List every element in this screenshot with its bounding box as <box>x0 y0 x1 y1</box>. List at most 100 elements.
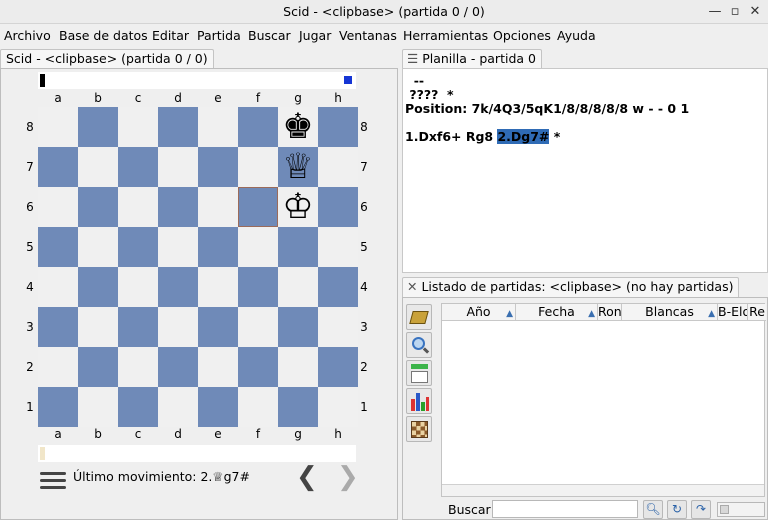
column-year[interactable]: Año ▲ <box>442 304 516 321</box>
square-b1[interactable] <box>78 387 118 427</box>
square-d2[interactable] <box>158 347 198 387</box>
square-d3[interactable] <box>158 307 198 347</box>
square-d1[interactable] <box>158 387 198 427</box>
column-white-elo[interactable]: B-Elo <box>718 304 748 321</box>
square-b7[interactable] <box>78 147 118 187</box>
square-f4[interactable] <box>238 267 278 307</box>
square-c7[interactable] <box>118 147 158 187</box>
square-e2[interactable] <box>198 347 238 387</box>
white-queen-icon[interactable]: ♕ <box>278 147 318 187</box>
games-table[interactable]: Año ▲ Fecha ▲ Ron Blancas ▲ B-Elo Re <box>441 303 766 497</box>
next-move-button[interactable]: ❯ <box>337 462 359 492</box>
square-g4[interactable] <box>278 267 318 307</box>
notation-panel[interactable]: -- ???? * Position: 7k/4Q3/5qK1/8/8/8/8/… <box>402 68 768 273</box>
square-a4[interactable] <box>38 267 78 307</box>
menu-jugar[interactable]: Jugar <box>299 28 331 43</box>
square-c2[interactable] <box>118 347 158 387</box>
menu-partida[interactable]: Partida <box>197 28 241 43</box>
square-a6[interactable] <box>38 187 78 227</box>
menu-buscar[interactable]: Buscar <box>248 28 291 43</box>
statistics-button[interactable] <box>406 388 432 414</box>
menu-ventanas[interactable]: Ventanas <box>339 28 397 43</box>
menu-editar[interactable]: Editar <box>152 28 189 43</box>
square-d7[interactable] <box>158 147 198 187</box>
square-f3[interactable] <box>238 307 278 347</box>
square-e1[interactable] <box>198 387 238 427</box>
square-e4[interactable] <box>198 267 238 307</box>
square-a2[interactable] <box>38 347 78 387</box>
square-h2[interactable] <box>318 347 358 387</box>
square-b6[interactable] <box>78 187 118 227</box>
square-e7[interactable] <box>198 147 238 187</box>
current-move[interactable]: 2.Dg7# <box>497 129 550 144</box>
open-database-button[interactable] <box>406 304 432 330</box>
column-round[interactable]: Ron <box>598 304 622 321</box>
square-e6[interactable] <box>198 187 238 227</box>
square-c8[interactable] <box>118 107 158 147</box>
redo-button[interactable]: ↷ <box>691 500 711 519</box>
square-f1[interactable] <box>238 387 278 427</box>
square-d8[interactable] <box>158 107 198 147</box>
column-white[interactable]: Blancas ▲ <box>622 304 718 321</box>
menu-opciones[interactable]: Opciones <box>493 28 551 43</box>
menu-icon[interactable] <box>40 470 66 492</box>
square-g5[interactable] <box>278 227 318 267</box>
square-g1[interactable] <box>278 387 318 427</box>
move-1[interactable]: 1.Dxf6+ Rg8 <box>405 129 497 144</box>
search-button[interactable]: 🔍︎ <box>643 500 663 519</box>
square-h4[interactable] <box>318 267 358 307</box>
menu-ayuda[interactable]: Ayuda <box>557 28 596 43</box>
menu-base-de-datos[interactable]: Base de datos <box>59 28 148 43</box>
square-b2[interactable] <box>78 347 118 387</box>
square-c5[interactable] <box>118 227 158 267</box>
square-f8[interactable] <box>238 107 278 147</box>
square-c3[interactable] <box>118 307 158 347</box>
square-f5[interactable] <box>238 227 278 267</box>
square-e3[interactable] <box>198 307 238 347</box>
square-e8[interactable] <box>198 107 238 147</box>
square-b4[interactable] <box>78 267 118 307</box>
square-h1[interactable] <box>318 387 358 427</box>
square-g2[interactable] <box>278 347 318 387</box>
board-button[interactable] <box>406 416 432 442</box>
square-f7[interactable] <box>238 147 278 187</box>
menu-herramientas[interactable]: Herramientas <box>403 28 488 43</box>
tab-notation[interactable]: ☰ Planilla - partida 0 <box>402 49 542 69</box>
square-b5[interactable] <box>78 227 118 267</box>
menu-archivo[interactable]: Archivo <box>4 28 51 43</box>
square-d5[interactable] <box>158 227 198 267</box>
square-h8[interactable] <box>318 107 358 147</box>
close-button[interactable]: ✕ <box>746 3 764 21</box>
square-c1[interactable] <box>118 387 158 427</box>
refresh-button[interactable]: ↻ <box>667 500 687 519</box>
square-f2[interactable] <box>238 347 278 387</box>
tab-gamelist[interactable]: ✕ Listado de partidas: <clipbase> (no ha… <box>402 277 740 297</box>
black-king-icon[interactable]: ♚ <box>278 107 318 147</box>
square-f6[interactable] <box>238 187 278 227</box>
square-a7[interactable] <box>38 147 78 187</box>
square-b8[interactable] <box>78 107 118 147</box>
horizontal-scrollbar[interactable] <box>442 484 764 496</box>
zoom-button[interactable] <box>406 332 432 358</box>
prev-move-button[interactable]: ❮ <box>296 462 318 492</box>
column-result[interactable]: Re <box>748 304 766 321</box>
tab-board[interactable]: Scid - <clipbase> (partida 0 / 0) <box>0 49 214 69</box>
square-a1[interactable] <box>38 387 78 427</box>
square-h3[interactable] <box>318 307 358 347</box>
minimize-button[interactable]: — <box>706 3 724 21</box>
square-a3[interactable] <box>38 307 78 347</box>
square-h5[interactable] <box>318 227 358 267</box>
layout-button[interactable] <box>406 360 432 386</box>
square-e5[interactable] <box>198 227 238 267</box>
list-slider[interactable] <box>717 502 765 517</box>
square-g3[interactable] <box>278 307 318 347</box>
search-input[interactable] <box>492 500 638 518</box>
column-date[interactable]: Fecha ▲ <box>516 304 598 321</box>
square-h7[interactable] <box>318 147 358 187</box>
square-d6[interactable] <box>158 187 198 227</box>
square-a8[interactable] <box>38 107 78 147</box>
square-b3[interactable] <box>78 307 118 347</box>
square-h6[interactable] <box>318 187 358 227</box>
square-c6[interactable] <box>118 187 158 227</box>
maximize-button[interactable]: ▫ <box>726 3 744 21</box>
